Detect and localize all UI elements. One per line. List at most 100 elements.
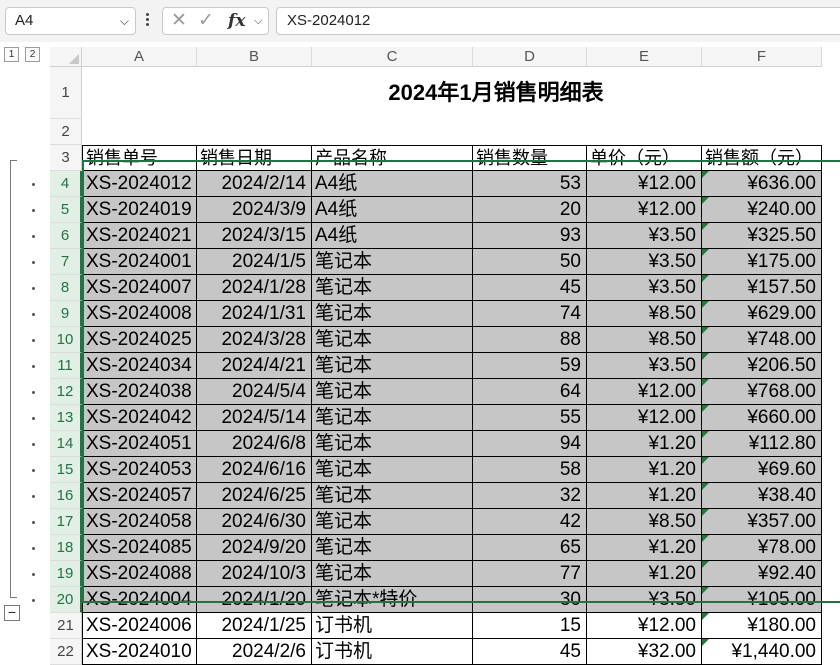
error-indicator-icon[interactable]: [702, 223, 709, 230]
table-cell[interactable]: ¥112.80: [702, 431, 822, 457]
table-cell[interactable]: XS-2024088: [82, 561, 197, 587]
table-cell[interactable]: 订书机: [312, 613, 473, 639]
table-cell[interactable]: ¥3.50: [587, 587, 702, 613]
table-cell[interactable]: ¥1.20: [587, 483, 702, 509]
row-header[interactable]: 8: [50, 275, 82, 301]
table-cell[interactable]: 笔记本: [312, 535, 473, 561]
table-cell[interactable]: A4纸: [312, 171, 473, 197]
name-box[interactable]: A4 ⌵: [5, 7, 136, 35]
error-indicator-icon[interactable]: [702, 535, 709, 542]
table-cell[interactable]: ¥157.50: [702, 275, 822, 301]
table-cell[interactable]: XS-2024021: [82, 223, 197, 249]
table-cell[interactable]: ¥3.50: [587, 353, 702, 379]
table-cell[interactable]: ¥3.50: [587, 275, 702, 301]
table-cell[interactable]: ¥1.20: [587, 457, 702, 483]
error-indicator-icon[interactable]: [702, 379, 709, 386]
collapse-group-button[interactable]: −: [4, 605, 20, 621]
table-cell[interactable]: A4纸: [312, 223, 473, 249]
table-cell[interactable]: 2024/3/9: [197, 197, 312, 223]
row-header[interactable]: 11: [50, 353, 82, 379]
function-dropdown-icon[interactable]: ⌵: [254, 10, 262, 32]
outline-level-1-button[interactable]: 1: [4, 47, 19, 62]
error-indicator-icon[interactable]: [702, 431, 709, 438]
row-header[interactable]: 15: [50, 457, 82, 483]
table-cell[interactable]: 2024/6/8: [197, 431, 312, 457]
table-cell[interactable]: 2024/6/25: [197, 483, 312, 509]
table-cell[interactable]: XS-2024038: [82, 379, 197, 405]
row-header[interactable]: 18: [50, 535, 82, 561]
more-options-icon[interactable]: [142, 11, 152, 31]
table-cell[interactable]: ¥38.40: [702, 483, 822, 509]
error-indicator-icon[interactable]: [702, 171, 709, 178]
table-cell[interactable]: ¥12.00: [587, 197, 702, 223]
row-header[interactable]: 5: [50, 197, 82, 223]
error-indicator-icon[interactable]: [702, 561, 709, 568]
row-header[interactable]: 21: [50, 613, 82, 639]
table-cell[interactable]: 2024/4/21: [197, 353, 312, 379]
table-cell[interactable]: 30: [473, 587, 587, 613]
table-cell[interactable]: ¥357.00: [702, 509, 822, 535]
row-header[interactable]: 16: [50, 483, 82, 509]
table-cell[interactable]: ¥8.50: [587, 327, 702, 353]
table-cell[interactable]: ¥12.00: [587, 613, 702, 639]
table-cell[interactable]: 笔记本: [312, 483, 473, 509]
table-cell[interactable]: 订书机: [312, 639, 473, 665]
column-header-e[interactable]: E: [587, 47, 702, 67]
formula-input[interactable]: XS-2024012: [276, 7, 840, 35]
chevron-down-icon[interactable]: ⌵: [120, 8, 129, 34]
row-header[interactable]: 13: [50, 405, 82, 431]
row-header[interactable]: 17: [50, 509, 82, 535]
confirm-icon[interactable]: ✓: [198, 10, 214, 32]
table-cell[interactable]: ¥3.50: [587, 249, 702, 275]
table-cell[interactable]: 74: [473, 301, 587, 327]
table-cell[interactable]: XS-2024025: [82, 327, 197, 353]
table-cell[interactable]: 58: [473, 457, 587, 483]
table-cell[interactable]: 93: [473, 223, 587, 249]
row-header[interactable]: 20: [50, 587, 82, 613]
table-cell[interactable]: XS-2024007: [82, 275, 197, 301]
table-cell[interactable]: ¥12.00: [587, 171, 702, 197]
table-cell[interactable]: ¥206.50: [702, 353, 822, 379]
table-cell[interactable]: XS-2024051: [82, 431, 197, 457]
row-header[interactable]: 12: [50, 379, 82, 405]
table-cell[interactable]: 2024/1/20: [197, 587, 312, 613]
header-cell[interactable]: 销售日期: [197, 145, 312, 171]
table-cell[interactable]: XS-2024008: [82, 301, 197, 327]
row-header[interactable]: 19: [50, 561, 82, 587]
table-cell[interactable]: ¥32.00: [587, 639, 702, 665]
error-indicator-icon[interactable]: [702, 639, 709, 646]
cancel-icon[interactable]: ✕: [171, 10, 187, 32]
table-cell[interactable]: 笔记本: [312, 431, 473, 457]
table-cell[interactable]: ¥1.20: [587, 431, 702, 457]
table-cell[interactable]: XS-2024085: [82, 535, 197, 561]
table-cell[interactable]: ¥12.00: [587, 405, 702, 431]
column-header-d[interactable]: D: [473, 47, 587, 67]
table-cell[interactable]: 2024/2/6: [197, 639, 312, 665]
table-cell[interactable]: ¥240.00: [702, 197, 822, 223]
table-cell[interactable]: XS-2024004: [82, 587, 197, 613]
table-cell[interactable]: ¥3.50: [587, 223, 702, 249]
outline-level-2-button[interactable]: 2: [25, 47, 40, 62]
table-cell[interactable]: ¥92.40: [702, 561, 822, 587]
column-header-f[interactable]: F: [702, 47, 822, 67]
table-cell[interactable]: 88: [473, 327, 587, 353]
row-header[interactable]: 7: [50, 249, 82, 275]
error-indicator-icon[interactable]: [702, 327, 709, 334]
table-cell[interactable]: ¥1,440.00: [702, 639, 822, 665]
table-cell[interactable]: ¥748.00: [702, 327, 822, 353]
table-cell[interactable]: XS-2024053: [82, 457, 197, 483]
table-cell[interactable]: 2024/5/14: [197, 405, 312, 431]
table-cell[interactable]: XS-2024001: [82, 249, 197, 275]
error-indicator-icon[interactable]: [702, 275, 709, 282]
table-cell[interactable]: ¥12.00: [587, 379, 702, 405]
row-header[interactable]: 9: [50, 301, 82, 327]
error-indicator-icon[interactable]: [702, 249, 709, 256]
table-cell[interactable]: 32: [473, 483, 587, 509]
error-indicator-icon[interactable]: [702, 483, 709, 490]
table-cell[interactable]: 2024/3/15: [197, 223, 312, 249]
row-header[interactable]: 4: [50, 171, 82, 197]
table-cell[interactable]: ¥69.60: [702, 457, 822, 483]
table-cell[interactable]: A4纸: [312, 197, 473, 223]
table-cell[interactable]: 45: [473, 639, 587, 665]
table-cell[interactable]: ¥8.50: [587, 509, 702, 535]
